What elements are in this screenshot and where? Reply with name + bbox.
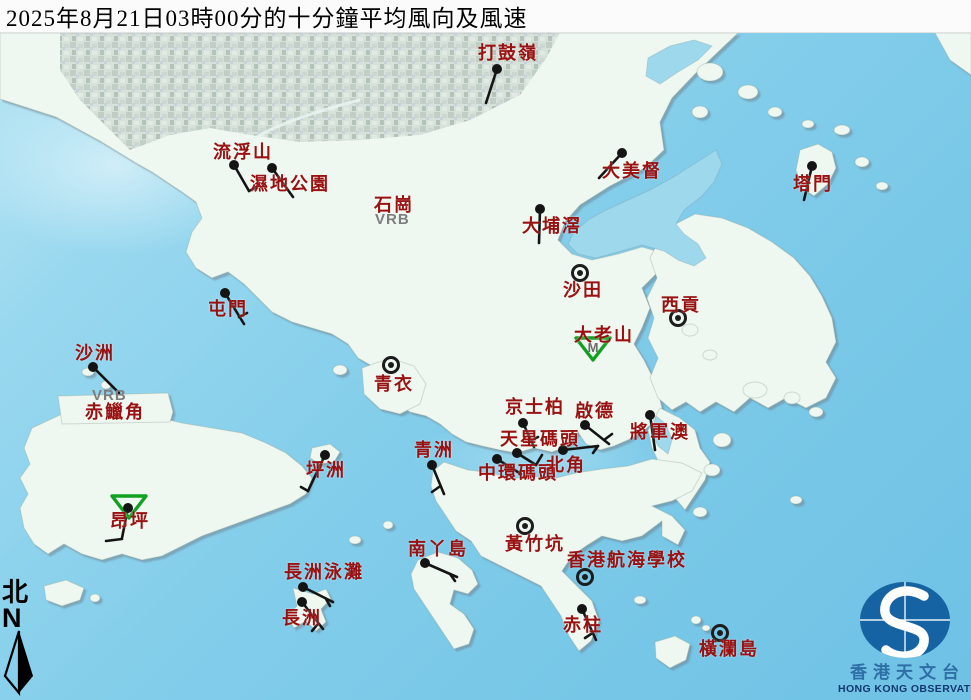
station-label: 西貢 [661, 295, 701, 315]
hko-logo-english-name: HONG KONG OBSERVATORY [838, 682, 971, 695]
compass-needle-icon [3, 630, 33, 696]
station-label: 北角 [546, 455, 586, 475]
hko-logo-icon [859, 582, 950, 658]
station-label: 赤柱 [563, 615, 603, 635]
station-label: 赤鱲角 [85, 402, 145, 422]
hko-logo: 香港天文台 HONG KONG OBSERVATORY [838, 578, 971, 695]
north-letter-label: N [2, 603, 22, 633]
station-label: 塔門 [793, 174, 833, 194]
station-label: 昂坪 [110, 511, 150, 531]
station-label: 橫瀾島 [699, 639, 759, 659]
station-label: 沙田 [563, 280, 603, 300]
station-label: 大美督 [602, 161, 662, 181]
station-label: 京士柏 [505, 397, 565, 417]
station-label: 屯門 [208, 299, 248, 319]
station-label: 長洲 [282, 608, 322, 628]
north-indicator: 北 N [2, 580, 42, 696]
title-bar: 2025年8月21日03時00分的十分鐘平均風向及風速 [0, 0, 971, 33]
vrb-wind-label: VRB [92, 387, 127, 404]
station-label: 天星碼頭 [500, 429, 580, 449]
station-label: 黃竹坑 [505, 534, 565, 554]
station-label: 青衣 [374, 374, 414, 394]
station-label: 長洲泳灘 [284, 562, 364, 582]
station-label: 流浮山 [213, 142, 273, 162]
station-label: 南丫島 [408, 539, 468, 559]
station-label: 啟德 [575, 401, 615, 421]
station-labels-layer: 打鼓嶺 流浮山 濕地公園 石崗 VRB 大美督 塔門 大埔滘 沙田 西貢 屯門 大老山 沙洲 赤鱲角 VRB… [0, 0, 971, 700]
station-label: 沙洲 [75, 343, 115, 363]
station-label: 大埔滘 [522, 216, 582, 236]
station-label: 大老山 [574, 325, 634, 345]
station-label: 打鼓嶺 [478, 43, 538, 63]
station-label: 濕地公園 [250, 174, 330, 194]
station-label: 坪洲 [306, 460, 346, 480]
wind-map-page: M 打鼓嶺 流浮山 濕地公園 石崗 VRB 大美督 塔門 大埔滘 沙田 西貢 屯門 大老山 沙洲 赤鱲角 V… [0, 0, 971, 700]
hko-logo-chinese-name: 香港天文台 [850, 663, 965, 682]
station-label: 將軍澳 [630, 422, 690, 442]
station-label: 香港航海學校 [567, 550, 687, 570]
vrb-wind-label: VRB [375, 211, 410, 228]
map-title: 2025年8月21日03時00分的十分鐘平均風向及風速 [6, 6, 528, 31]
station-label: 青洲 [414, 440, 454, 460]
